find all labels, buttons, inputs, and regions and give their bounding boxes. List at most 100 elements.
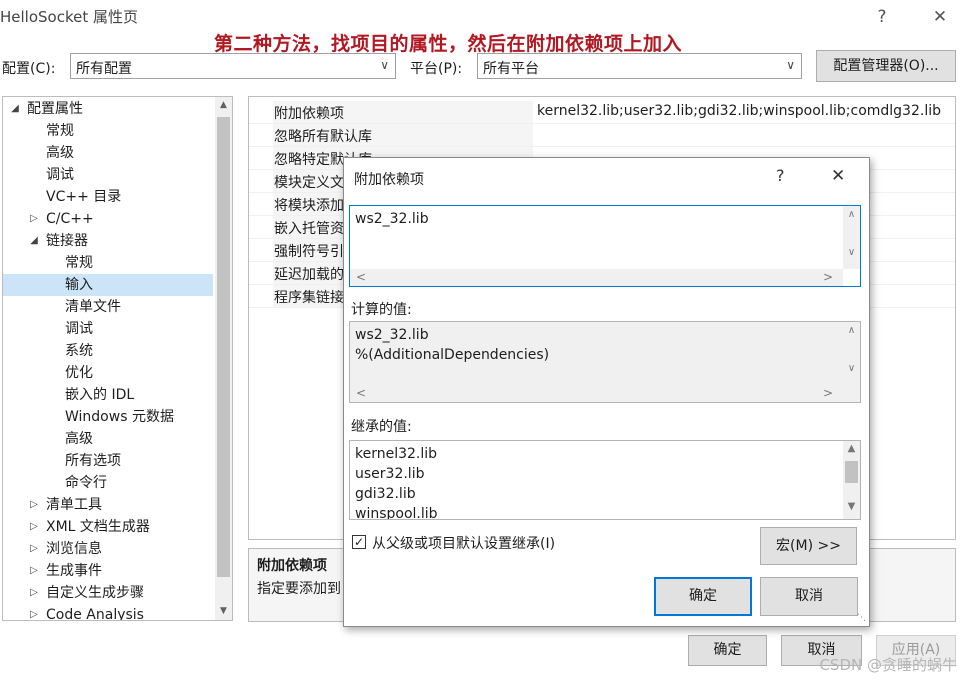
tree-item[interactable]: ▷ XML 文档生成器 <box>3 516 213 538</box>
tree-item[interactable]: 常规 <box>3 252 213 274</box>
scroll-down-icon[interactable]: ∨ <box>843 363 860 374</box>
tree-item-label: XML 文档生成器 <box>46 519 150 535</box>
collapse-arrow-icon[interactable]: ◢ <box>28 230 40 252</box>
tree-item[interactable]: ▷ 自定义生成步骤 <box>3 582 213 604</box>
config-label: 配置(C): <box>2 61 56 77</box>
dialog-ok-button[interactable]: 确定 <box>654 577 752 616</box>
scroll-up-icon[interactable]: ▲ <box>843 443 860 454</box>
property-name: 附加依赖项 <box>274 106 344 122</box>
tree-item-label: 常规 <box>46 123 74 139</box>
expand-arrow-icon[interactable]: ▷ <box>28 582 40 604</box>
expand-arrow-icon[interactable]: ▷ <box>28 494 40 516</box>
scroll-up-icon[interactable]: ▲ <box>215 97 232 114</box>
watermark: CSDN @贪睡的蜗牛 <box>819 656 957 674</box>
chevron-down-icon: ∨ <box>380 58 389 72</box>
tree-item[interactable]: 输入 <box>3 274 213 296</box>
scrollbar-thumb[interactable] <box>845 461 858 483</box>
tree-item[interactable]: ◢ 配置属性 <box>3 98 213 120</box>
tree-item[interactable]: ◢ 链接器 <box>3 230 213 252</box>
help-button[interactable]: ? <box>867 4 897 30</box>
description-text: 指定要添加到 <box>257 581 341 597</box>
config-select-value: 所有配置 <box>76 61 132 77</box>
expand-arrow-icon[interactable]: ▷ <box>28 208 40 230</box>
scroll-down-icon[interactable]: ∨ <box>843 247 860 258</box>
expand-arrow-icon[interactable]: ▷ <box>28 604 40 620</box>
property-tree[interactable]: ◢ 配置属性 常规 高级 调试 VC++ 目录 ▷ C/C++ ◢ 链接器 常规 输入 清单文件 调试 系统… <box>2 96 233 621</box>
tree-item[interactable]: 嵌入的 IDL <box>3 384 213 406</box>
macro-button[interactable]: 宏(M) >> <box>760 527 857 565</box>
property-value[interactable]: kernel32.lib;user32.lib;gdi32.lib;winspo… <box>537 103 941 119</box>
main-ok-button[interactable]: 确定 <box>688 635 767 666</box>
scrollbar-thumb[interactable] <box>217 117 230 577</box>
expand-arrow-icon[interactable]: ▷ <box>28 560 40 582</box>
scroll-up-icon[interactable]: ∧ <box>843 325 860 336</box>
tree-item[interactable]: 高级 <box>3 142 213 164</box>
dialog-close-button[interactable]: ✕ <box>831 166 845 186</box>
tree-item-label: 命令行 <box>65 475 107 491</box>
computed-label: 计算的值: <box>351 302 412 318</box>
tree-item[interactable]: 优化 <box>3 362 213 384</box>
property-row[interactable]: 附加依赖项 kernel32.lib;user32.lib;gdi32.lib;w… <box>249 101 955 124</box>
inherited-vscrollbar[interactable]: ▲ ▼ <box>843 441 860 519</box>
expand-arrow-icon[interactable]: ▷ <box>28 516 40 538</box>
inherit-checkbox-label[interactable]: 从父级或项目默认设置继承(I) <box>372 533 555 553</box>
chevron-down-icon: ∨ <box>786 58 795 72</box>
inherited-values-box: kernel32.lib user32.lib gdi32.lib winspool.… <box>349 440 861 520</box>
computed-hscrollbar[interactable]: < > <box>350 385 843 402</box>
tree-item[interactable]: 清单文件 <box>3 296 213 318</box>
tree-item[interactable]: Windows 元数据 <box>3 406 213 428</box>
tree-item[interactable]: 常规 <box>3 120 213 142</box>
computed-values-box: ws2_32.lib %(AdditionalDependencies) < > … <box>349 321 861 403</box>
platform-select[interactable]: 所有平台 ∨ <box>477 53 802 79</box>
dialog-cancel-button[interactable]: 取消 <box>760 577 858 616</box>
scroll-right-icon[interactable]: > <box>823 385 833 402</box>
scroll-down-icon[interactable]: ▼ <box>843 501 860 512</box>
tree-item[interactable]: ▷ 浏览信息 <box>3 538 213 560</box>
tree-item-label: 清单文件 <box>65 299 121 315</box>
tree-item[interactable]: 系统 <box>3 340 213 362</box>
resize-grip-icon[interactable]: ⋱ <box>857 613 866 623</box>
dialog-help-button[interactable]: ? <box>776 166 785 185</box>
scroll-left-icon[interactable]: < <box>356 269 366 286</box>
tree-item-label: 输入 <box>65 277 93 293</box>
tree-item-label: 清单工具 <box>46 497 102 513</box>
scroll-down-icon[interactable]: ▼ <box>215 603 232 620</box>
close-button[interactable]: ✕ <box>925 4 955 30</box>
input-hscrollbar[interactable]: < > <box>350 269 843 286</box>
config-select[interactable]: 所有配置 ∨ <box>70 53 396 79</box>
input-vscrollbar[interactable]: ∧ ∨ <box>843 206 860 269</box>
tree-item-label: 配置属性 <box>27 101 83 117</box>
tree-item[interactable]: ▷ C/C++ <box>3 208 213 230</box>
tree-item-label: C/C++ <box>46 211 94 227</box>
collapse-arrow-icon[interactable]: ◢ <box>9 98 21 120</box>
tree-item[interactable]: ▷ Code Analysis <box>3 604 213 620</box>
text-line: user32.lib <box>355 466 425 482</box>
window-title: HelloSocket 属性页 <box>0 8 138 26</box>
property-row[interactable]: 忽略所有默认库 <box>249 124 955 147</box>
config-manager-button[interactable]: 配置管理器(O)... <box>816 50 956 82</box>
tree-item[interactable]: 命令行 <box>3 472 213 494</box>
tree-item-label: 调试 <box>65 321 93 337</box>
dialog-title: 附加依赖项 <box>354 172 424 188</box>
tree-item-label: 自定义生成步骤 <box>46 585 144 601</box>
tree-item-label: 浏览信息 <box>46 541 102 557</box>
scroll-up-icon[interactable]: ∧ <box>843 209 860 220</box>
computed-vscrollbar[interactable]: ∧ ∨ <box>843 322 860 385</box>
inherited-label: 继承的值: <box>351 419 412 435</box>
tree-item[interactable]: 所有选项 <box>3 450 213 472</box>
tree-item[interactable]: 调试 <box>3 164 213 186</box>
dependencies-input[interactable]: ws2_32.lib < > ∧ ∨ <box>349 205 861 287</box>
tree-item[interactable]: 调试 <box>3 318 213 340</box>
expand-arrow-icon[interactable]: ▷ <box>28 538 40 560</box>
tree-item[interactable]: ▷ 清单工具 <box>3 494 213 516</box>
tree-item[interactable]: ▷ 生成事件 <box>3 560 213 582</box>
tree-item-label: 嵌入的 IDL <box>65 387 135 403</box>
inherit-checkbox[interactable]: ✓ <box>352 535 366 549</box>
property-name: 延迟加载的 <box>274 267 344 283</box>
scroll-left-icon[interactable]: < <box>356 385 366 402</box>
tree-item[interactable]: VC++ 目录 <box>3 186 213 208</box>
scroll-right-icon[interactable]: > <box>823 269 833 286</box>
tree-item-label: 所有选项 <box>65 453 121 469</box>
tree-scrollbar[interactable]: ▲ ▼ <box>215 97 232 620</box>
tree-item[interactable]: 高级 <box>3 428 213 450</box>
